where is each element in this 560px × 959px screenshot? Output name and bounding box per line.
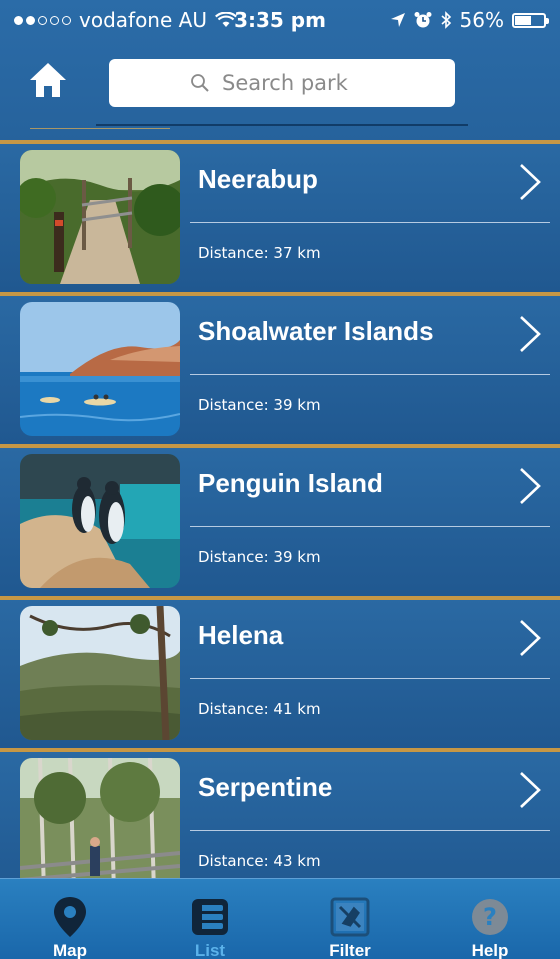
park-row-neerabup[interactable]: Neerabup Distance: 37 km [0,140,560,292]
park-name: Helena [198,620,284,650]
svg-text:?: ? [483,903,497,931]
park-row-helena[interactable]: Helena Distance: 41 km [0,596,560,748]
tab-list[interactable]: List [140,879,280,959]
status-right: 56% [390,8,549,32]
tab-label: Filter [329,941,371,959]
alarm-icon [414,12,432,28]
signal-icon [14,15,71,25]
row-divider [190,222,550,223]
park-thumbnail [20,758,180,880]
battery-level [515,15,531,25]
park-name: Shoalwater Islands [198,316,434,346]
park-name: Neerabup [198,164,318,194]
park-name: Serpentine [198,772,333,802]
status-bar: vodafone AU 3:35 pm 56% [0,0,560,40]
status-time: 3:35 pm [234,8,326,32]
search-input[interactable] [220,70,374,96]
tab-label: Help [471,941,509,959]
row-divider [190,374,550,375]
park-row-shoalwater-islands[interactable]: Shoalwater Islands Distance: 39 km [0,292,560,444]
list-icon [192,899,228,935]
park-thumbnail [20,454,180,588]
battery-icon [512,12,549,28]
top-bar [0,40,560,140]
help-icon: ? [472,899,508,935]
search-bar [96,50,468,126]
bluetooth-icon [441,11,451,29]
tab-label: Map [53,941,87,959]
park-thumbnail [20,302,180,436]
park-distance: Distance: 41 km [198,700,321,718]
tab-label: List [194,941,226,959]
park-distance: Distance: 37 km [198,244,321,262]
chevron-right-icon [520,316,541,352]
park-list[interactable]: Neerabup Distance: 37 km Shoalwater Isla… [0,140,560,880]
park-thumbnail [20,150,180,284]
header-underline [30,128,170,129]
filter-icon [330,897,370,937]
app-screen: vodafone AU 3:35 pm 56% Search park Neer… [0,0,560,959]
tab-map[interactable]: Map [0,879,140,959]
search-icon [191,74,209,92]
map-pin-icon [54,897,86,937]
tab-filter[interactable]: Filter [280,879,420,959]
chevron-right-icon [520,772,541,808]
carrier-name: vodafone AU [79,8,207,32]
tab-help[interactable]: ? Help [420,879,560,959]
row-divider [190,526,550,527]
row-divider [190,830,550,831]
search-box[interactable] [109,59,455,107]
home-icon [30,63,66,97]
status-left: vodafone AU [14,8,237,32]
location-arrow-icon [390,13,405,27]
chevron-right-icon [520,468,541,504]
park-distance: Distance: 39 km [198,396,321,414]
tab-bar: Map List Filter ? Help [0,878,560,959]
battery-percent: 56% [459,8,504,32]
park-distance: Distance: 39 km [198,548,321,566]
row-divider [190,678,550,679]
park-name: Penguin Island [198,468,383,498]
home-button[interactable] [26,58,70,102]
park-row-penguin-island[interactable]: Penguin Island Distance: 39 km [0,444,560,596]
chevron-right-icon [520,164,541,200]
park-row-serpentine[interactable]: Serpentine Distance: 43 km [0,748,560,880]
park-distance: Distance: 43 km [198,852,321,870]
park-thumbnail [20,606,180,740]
chevron-right-icon [520,620,541,656]
